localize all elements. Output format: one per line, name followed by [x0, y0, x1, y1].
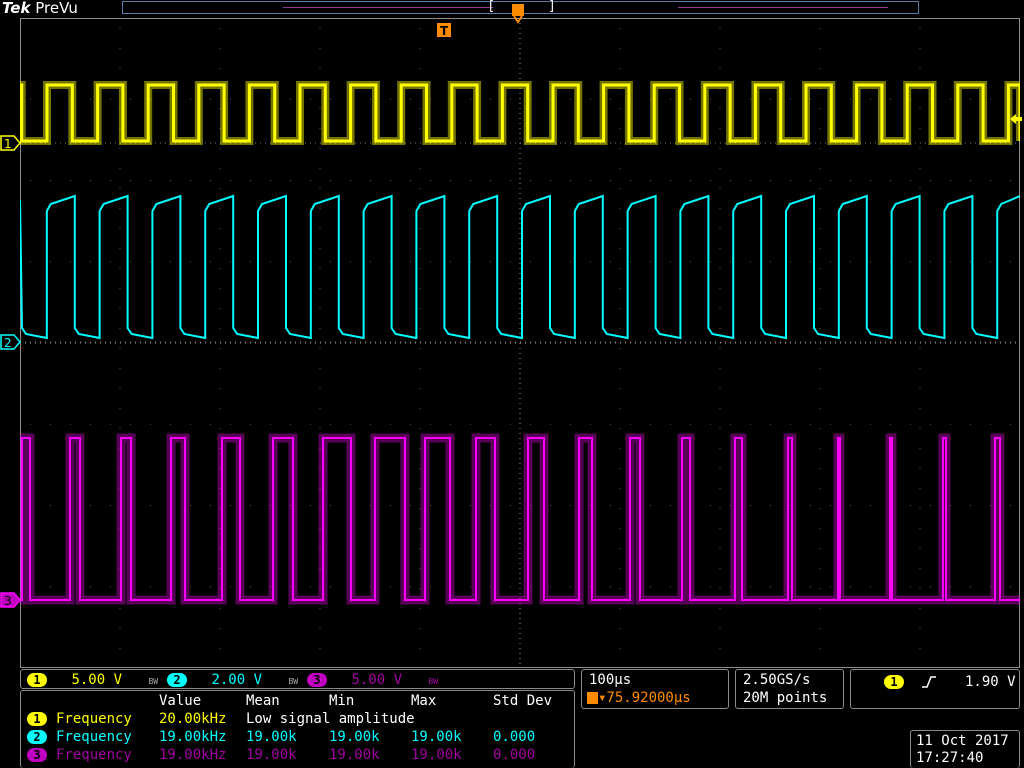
- trigger-position-label: T: [440, 24, 449, 38]
- ch1-marker-label: 1: [4, 137, 12, 151]
- col-header-max: Max: [411, 693, 437, 709]
- record-bracket-right: ]: [549, 0, 555, 14]
- ch3-scale[interactable]: 3 5.00 V BW: [307, 672, 438, 688]
- trigger-record-marker-icon: [512, 4, 524, 24]
- row3-min: 19.00k: [329, 747, 380, 763]
- row1-mean: Low signal amplitude: [246, 711, 415, 727]
- ch2-marker-label: 2: [4, 336, 12, 350]
- row3-max: 19.00k: [411, 747, 462, 763]
- ch3-volts: 5.00 V: [351, 672, 403, 688]
- ch2-ground-marker[interactable]: 2: [0, 334, 21, 350]
- timebase-scale: 100µs: [589, 672, 632, 688]
- record-bracket-left: [: [489, 0, 495, 14]
- trigger-delay: ▾75.92000µs: [587, 690, 691, 706]
- trigger-level: 1.90 V: [965, 674, 1016, 690]
- row2-value: 19.00kHz: [159, 729, 227, 745]
- ch1-badge: 1: [27, 673, 47, 687]
- row3-ch-badge: 3: [27, 748, 47, 762]
- col-header-min: Min: [329, 693, 355, 709]
- rising-edge-icon: [922, 676, 936, 688]
- channel-markers: 1 2 3: [0, 135, 21, 608]
- record-line-right: [678, 7, 888, 8]
- ch3-badge: 3: [307, 673, 327, 687]
- row2-min: 19.00k: [329, 729, 380, 745]
- row1-name: Frequency: [56, 711, 132, 727]
- ch3-marker-label: 3: [4, 594, 12, 608]
- trigger-level-arrow-icon[interactable]: [1008, 112, 1024, 126]
- record-length: 20M points: [743, 690, 828, 706]
- trigger-t-icon: [587, 692, 598, 704]
- row1-ch-badge: 1: [27, 712, 47, 726]
- col-header-value: Value: [159, 693, 202, 709]
- col-header-stddev: Std Dev: [493, 693, 553, 709]
- timebase-readout[interactable]: 100µs ▾75.92000µs: [581, 669, 729, 709]
- time: 17:27:40: [916, 750, 984, 766]
- row2-mean: 19.00k: [246, 729, 297, 745]
- datetime-readout: 11 Oct 2017 17:27:40: [910, 730, 1020, 768]
- row2-stddev: 0.000: [493, 729, 536, 745]
- trigger-delay-value: ▾75.92000µs: [598, 690, 691, 706]
- trigger-readout[interactable]: 1 1.90 V: [850, 669, 1020, 709]
- ch2-badge: 2: [167, 673, 187, 687]
- waveform-display[interactable]: [16, 18, 1024, 668]
- ch3-ground-marker[interactable]: 3: [0, 592, 21, 608]
- row3-mean: 19.00k: [246, 747, 297, 763]
- trigger-source-badge: 1: [884, 675, 904, 689]
- row1-value: 20.00kHz: [159, 711, 227, 727]
- sample-rate: 2.50GS/s: [743, 672, 811, 688]
- ch1-volts: 5.00 V: [71, 672, 123, 688]
- ch2-volts: 2.00 V: [211, 672, 263, 688]
- channel-scale-strip[interactable]: 1 5.00 V BW 2 2.00 V BW 3 5.00 V BW: [20, 669, 575, 689]
- row3-stddev: 0.000: [493, 747, 536, 763]
- col-header-mean: Mean: [246, 693, 280, 709]
- trigger-position-icon[interactable]: T: [436, 22, 454, 40]
- ch3-bw-icon: BW: [428, 677, 439, 686]
- record-line-left: [283, 7, 493, 8]
- acquisition-mode: PreVu: [35, 0, 78, 17]
- row2-max: 19.00k: [411, 729, 462, 745]
- row3-name: Frequency: [56, 747, 132, 763]
- ch2-bw-icon: BW: [288, 677, 299, 686]
- ch1-scale[interactable]: 1 5.00 V BW: [27, 672, 158, 688]
- ch2-trace: [19, 194, 1021, 340]
- ch1-ground-marker[interactable]: 1: [0, 135, 21, 151]
- row2-name: Frequency: [56, 729, 132, 745]
- measurements-table[interactable]: Value Mean Min Max Std Dev 1 Frequency 2…: [20, 690, 575, 768]
- row3-value: 19.00kHz: [159, 747, 227, 763]
- ch1-bw-icon: BW: [148, 677, 159, 686]
- date: 11 Oct 2017: [916, 733, 1009, 749]
- acquisition-readout[interactable]: 2.50GS/s 20M points: [735, 669, 844, 709]
- row2-ch-badge: 2: [27, 730, 47, 744]
- ch2-scale[interactable]: 2 2.00 V BW: [167, 672, 298, 688]
- readout-panel: 1 5.00 V BW 2 2.00 V BW 3 5.00 V BW Valu…: [0, 668, 1024, 768]
